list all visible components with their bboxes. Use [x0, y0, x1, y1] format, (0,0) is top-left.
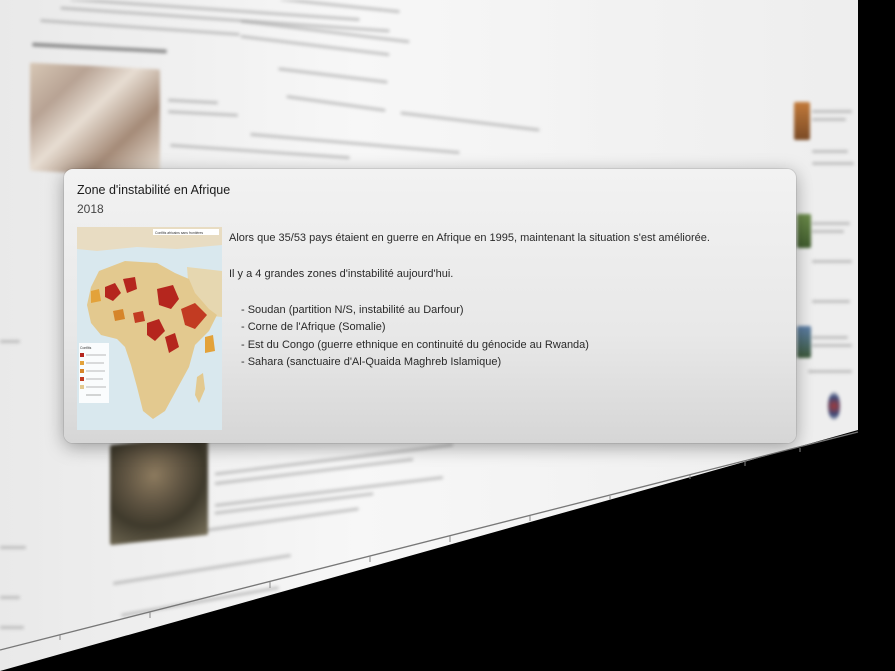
popup-description: Alors que 35/53 pays étaient en guerre e… — [229, 231, 789, 373]
popup-year: 2018 — [77, 202, 104, 216]
blurred-photo-thumbnail[interactable] — [30, 62, 160, 178]
map-legend-title: Conflits — [80, 346, 92, 350]
africa-map-graphic: Conflits africains sans frontières Confl… — [77, 227, 222, 430]
instability-zones-list: - Soudan (partition N/S, instabilité au … — [229, 303, 789, 371]
list-item: - Sahara (sanctuaire d'Al-Quaida Maghreb… — [241, 356, 502, 369]
description-paragraph-2: Il y a 4 grandes zones d'instabilité auj… — [229, 267, 454, 280]
seal-icon — [828, 392, 840, 420]
list-item: - Corne de l'Afrique (Somalie) — [241, 321, 386, 334]
right-thumbnail-2[interactable] — [797, 214, 811, 248]
blurred-soldier-thumbnail[interactable] — [110, 434, 208, 546]
map-title: Conflits africains sans frontières — [155, 231, 203, 235]
africa-conflicts-map-image[interactable]: Conflits africains sans frontières Confl… — [77, 227, 222, 430]
popup-title: Zone d'instabilité en Afrique — [77, 183, 231, 197]
list-item: - Soudan (partition N/S, instabilité au … — [241, 303, 464, 316]
list-item: - Est du Congo (guerre ethnique en conti… — [241, 338, 589, 351]
right-thumbnail-1[interactable] — [794, 102, 810, 140]
event-popup-card[interactable]: Zone d'instabilité en Afrique 2018 Confl… — [64, 169, 796, 443]
description-paragraph-1: Alors que 35/53 pays étaient en guerre e… — [229, 232, 710, 244]
right-thumbnail-3[interactable] — [797, 326, 811, 358]
